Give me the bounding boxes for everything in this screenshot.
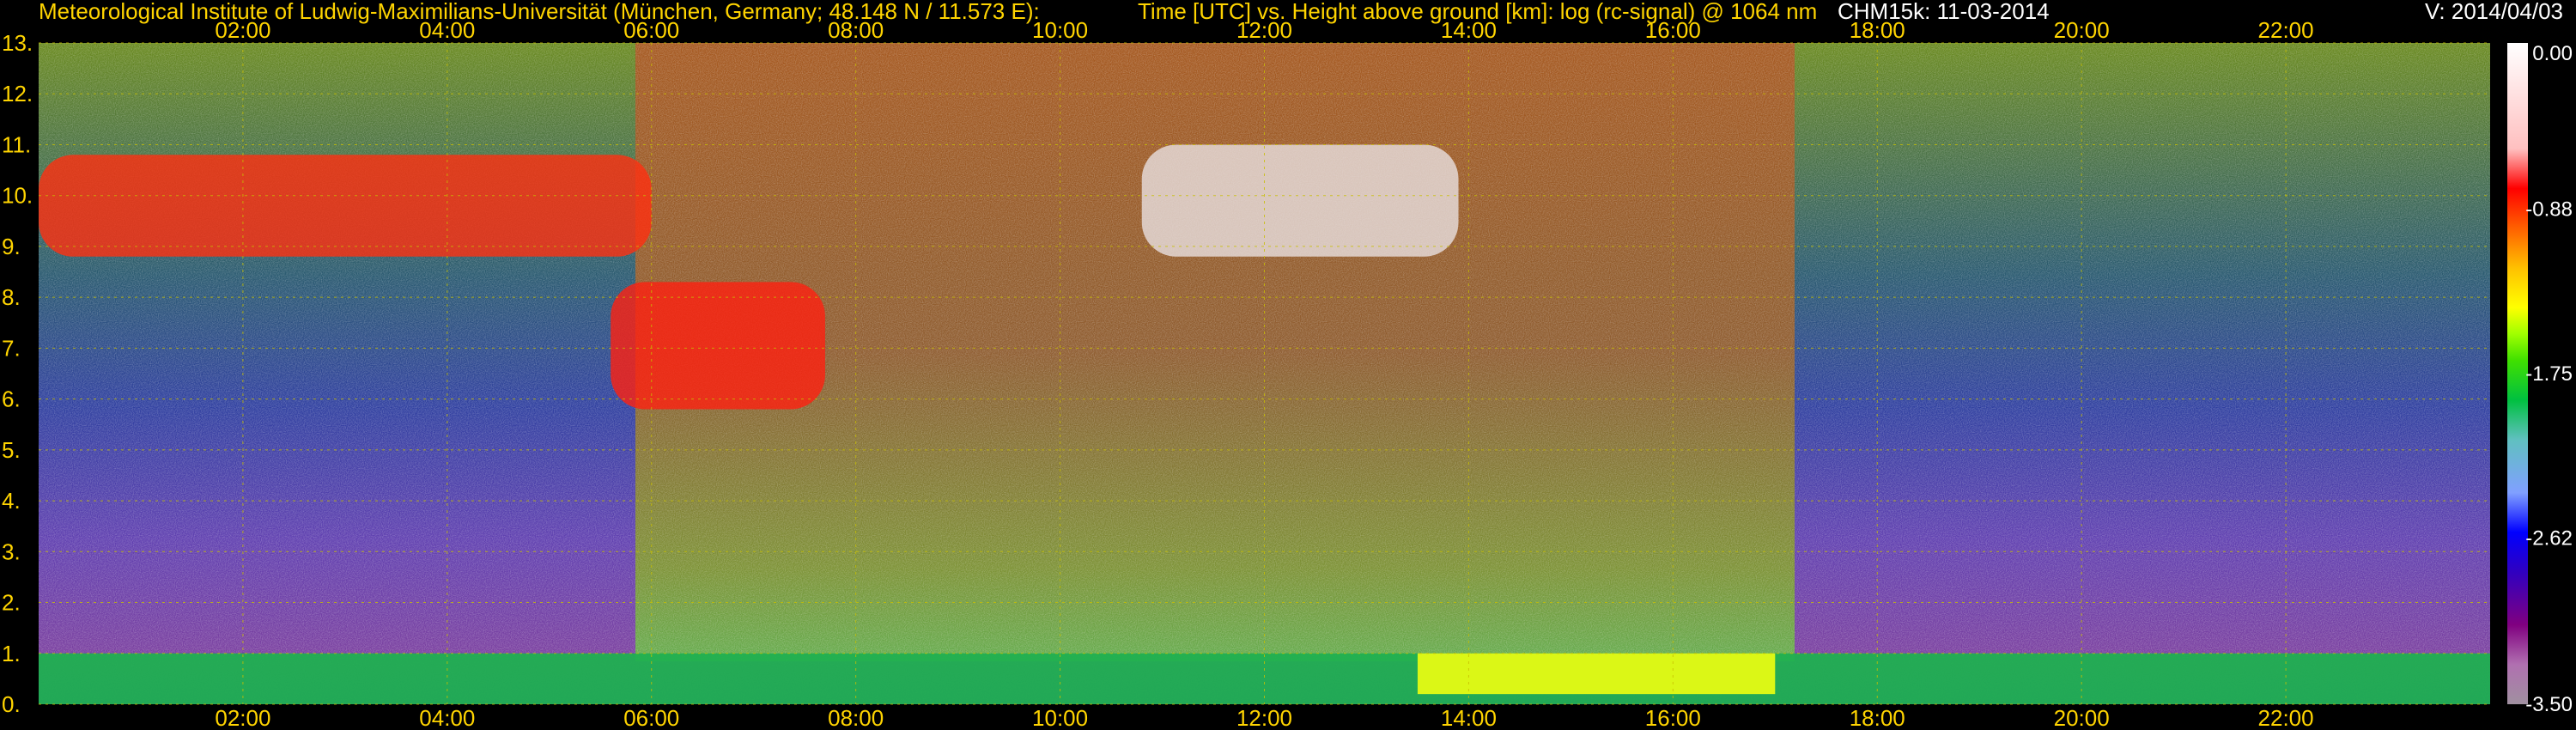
- y-tick-label: 13.: [2, 30, 33, 56]
- colorbar-tick-label: -1.75: [2525, 362, 2573, 386]
- x-tick-label-top: 20:00: [2054, 17, 2110, 43]
- y-tick-label: 7.: [2, 335, 21, 361]
- x-tick-label-bottom: 20:00: [2054, 705, 2110, 730]
- x-tick-label-top: 12:00: [1236, 17, 1292, 43]
- y-tick-label: 12.: [2, 81, 33, 106]
- y-tick-label: 3.: [2, 538, 21, 564]
- x-tick-label-bottom: 18:00: [1850, 705, 1905, 730]
- x-tick-label-bottom: 02:00: [215, 705, 270, 730]
- x-tick-label-top: 14:00: [1441, 17, 1497, 43]
- x-tick-label-top: 22:00: [2258, 17, 2314, 43]
- institute-label: Meteorological Institute of Ludwig-Maxim…: [39, 0, 1040, 24]
- x-tick-label-bottom: 14:00: [1441, 705, 1497, 730]
- x-tick-label-bottom: 22:00: [2258, 705, 2314, 730]
- x-tick-label-top: 04:00: [419, 17, 475, 43]
- x-tick-label-top: 08:00: [828, 17, 884, 43]
- lidar-chart: Meteorological Institute of Ludwig-Maxim…: [2, 0, 2573, 730]
- y-tick-label: 0.: [2, 691, 21, 717]
- y-ticks: 13. 12. 11. 10. 9. 8. 7. 6. 5. 4. 3. 2. 1. 0.: [2, 30, 33, 717]
- feature-cirrus: [39, 155, 652, 257]
- x-tick-label-top: 06:00: [623, 17, 679, 43]
- x-tick-label-bottom: 16:00: [1645, 705, 1701, 730]
- colorbar-ticks: 0.00 -0.88 -1.75 -2.62 -3.50: [2525, 42, 2573, 716]
- version-label: V: 2014/04/03: [2425, 0, 2563, 24]
- colorbar-tick-label: 0.00: [2532, 42, 2573, 65]
- y-tick-label: 11.: [2, 131, 31, 157]
- y-tick-label: 5.: [2, 437, 21, 463]
- y-tick-label: 10.: [2, 183, 33, 209]
- y-tick-label: 1.: [2, 641, 21, 666]
- x-tick-label-bottom: 12:00: [1236, 705, 1292, 730]
- x-tick-label-top: 02:00: [215, 17, 270, 43]
- colorbar-tick-label: -0.88: [2525, 198, 2573, 222]
- y-tick-label: 4.: [2, 488, 21, 514]
- x-tick-label-bottom: 10:00: [1032, 705, 1088, 730]
- x-ticks-bottom: 02:00 04:00 06:00 08:00 10:00 12:00 14:00 16:00…: [215, 705, 2313, 730]
- feature-upper-level-signal: [1141, 144, 1459, 257]
- x-tick-label-bottom: 08:00: [828, 705, 884, 730]
- y-tick-label: 9.: [2, 234, 21, 259]
- feature-mid-level-cloud: [611, 282, 825, 410]
- x-tick-label-top: 16:00: [1645, 17, 1701, 43]
- x-tick-label-bottom: 04:00: [419, 705, 475, 730]
- colorbar-tick-label: -3.50: [2525, 693, 2573, 716]
- colorbar-tick-label: -2.62: [2525, 526, 2573, 550]
- x-tick-label-bottom: 06:00: [623, 705, 679, 730]
- y-tick-label: 8.: [2, 284, 21, 310]
- feature-boundary-layer-peak: [1417, 653, 1776, 695]
- x-tick-label-top: 18:00: [1850, 17, 1905, 43]
- x-tick-label-top: 10:00: [1032, 17, 1088, 43]
- y-tick-label: 2.: [2, 590, 21, 616]
- y-tick-label: 6.: [2, 386, 21, 412]
